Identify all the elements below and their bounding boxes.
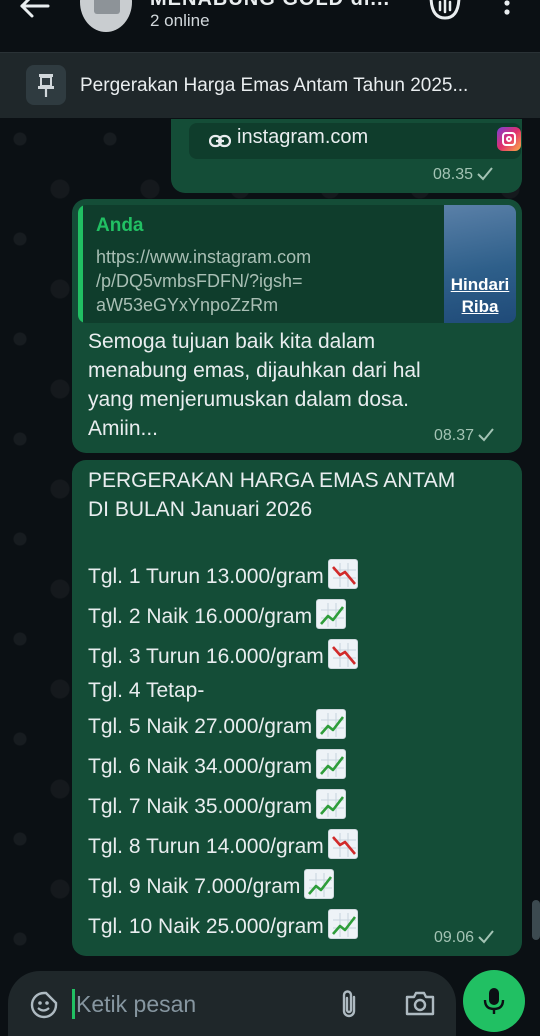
price-entry-text: Tgl. 4 Tetap- — [88, 679, 205, 702]
price-entry: Tgl. 8 Turun 14.000/gram — [88, 829, 358, 859]
price-entry: Tgl. 9 Naik 7.000/gram — [88, 869, 335, 899]
back-arrow-icon[interactable] — [18, 0, 54, 22]
price-entry-text: Tgl. 8 Turun 14.000/gram — [88, 835, 324, 858]
chat-header: MENABUNG GOLD di... 2 online — [0, 0, 540, 44]
chart-decreasing-icon — [327, 829, 358, 859]
price-entry-text: Tgl. 10 Naik 25.000/gram — [88, 915, 324, 938]
message-input[interactable] — [76, 988, 306, 1020]
check-icon — [478, 930, 494, 949]
check-icon — [478, 428, 494, 447]
link-icon — [208, 131, 232, 156]
message-bubble-price-list[interactable]: PERGERAKAN HARGA EMAS ANTAM DI BULAN Jan… — [72, 460, 522, 956]
quote-thumbnail: Hindari Riba — [444, 205, 516, 323]
price-entry: Tgl. 5 Naik 27.000/gram — [88, 709, 347, 739]
voice-call-icon[interactable] — [428, 0, 462, 27]
thumbnail-text: Hindari — [450, 275, 510, 294]
quote-line: /p/DQ5vmbsFDFN/?igsh= — [96, 271, 303, 291]
price-entry: Tgl. 6 Naik 34.000/gram — [88, 749, 347, 779]
message-title-line: DI BULAN Januari 2026 — [88, 498, 313, 521]
quote-author: Anda — [96, 215, 144, 236]
price-entry: Tgl. 4 Tetap- — [88, 679, 204, 703]
link-preview[interactable]: instagram.com — [189, 123, 521, 159]
message-text-line: yang menjerumuskan dalam dosa. — [88, 388, 410, 411]
message-bubble-reply[interactable]: Anda https://www.instagram.com /p/DQ5vmb… — [72, 199, 522, 453]
chart-decreasing-icon — [327, 639, 358, 669]
quoted-message[interactable]: Anda https://www.instagram.com /p/DQ5vmb… — [78, 205, 516, 323]
price-entry-text: Tgl. 6 Naik 34.000/gram — [88, 755, 313, 778]
group-avatar[interactable] — [80, 0, 132, 32]
text-cursor — [72, 989, 75, 1019]
message-time: 08.37 — [434, 427, 494, 447]
pin-icon — [26, 65, 66, 105]
check-icon — [477, 167, 493, 186]
message-bubble-link[interactable]: instagram.com 08.35 — [171, 119, 522, 193]
microphone-icon — [483, 988, 505, 1014]
price-entry: Tgl. 10 Naik 25.000/gram — [88, 909, 358, 939]
sticker-icon[interactable] — [30, 991, 58, 1024]
message-title-line: PERGERAKAN HARGA EMAS ANTAM — [88, 469, 456, 492]
message-text-line: menabung emas, dijauhkan dari hal — [88, 359, 421, 382]
quote-line: https://www.instagram.com — [96, 247, 312, 267]
message-time: 08.35 — [433, 166, 493, 186]
message-composer — [8, 971, 456, 1036]
paperclip-icon[interactable] — [338, 989, 360, 1026]
price-entry-text: Tgl. 3 Turun 16.000/gram — [88, 645, 324, 668]
price-entry: Tgl. 1 Turun 13.000/gram — [88, 559, 358, 589]
thumbnail-text: Riba — [461, 297, 499, 316]
instagram-icon — [497, 127, 521, 151]
camera-icon[interactable] — [404, 989, 436, 1022]
chart-increasing-icon — [327, 909, 358, 939]
price-entry-text: Tgl. 7 Naik 35.000/gram — [88, 795, 313, 818]
chart-increasing-icon — [316, 749, 347, 779]
price-entry-text: Tgl. 5 Naik 27.000/gram — [88, 715, 313, 738]
more-menu-icon[interactable] — [500, 0, 514, 27]
price-entry-text: Tgl. 2 Naik 16.000/gram — [88, 605, 313, 628]
chat-status: 2 online — [150, 11, 210, 30]
chart-increasing-icon — [316, 789, 347, 819]
quote-accent-bar — [78, 205, 83, 323]
scroll-handle[interactable] — [532, 900, 540, 940]
quote-line: aW53eGYxYnpoZzRm — [96, 295, 279, 315]
chat-title[interactable]: MENABUNG GOLD di... — [150, 0, 400, 11]
price-entry: Tgl. 3 Turun 16.000/gram — [88, 639, 358, 669]
price-entry-text: Tgl. 1 Turun 13.000/gram — [88, 565, 324, 588]
chart-decreasing-icon — [327, 559, 358, 589]
pinned-message-text: Pergerakan Harga Emas Antam Tahun 2025..… — [80, 75, 469, 96]
chat-messages[interactable]: instagram.com 08.35 Anda https://www.ins… — [0, 119, 540, 971]
chart-increasing-icon — [316, 709, 347, 739]
voice-record-button[interactable] — [463, 970, 525, 1032]
pinned-message-bar[interactable]: Pergerakan Harga Emas Antam Tahun 2025..… — [0, 52, 540, 118]
chart-increasing-icon — [304, 869, 335, 899]
link-domain[interactable]: instagram.com — [237, 126, 368, 149]
chart-increasing-icon — [316, 599, 347, 629]
price-entry: Tgl. 7 Naik 35.000/gram — [88, 789, 347, 819]
message-text-line: Semoga tujuan baik kita dalam — [88, 330, 376, 353]
message-text-line: Amiin... — [88, 417, 159, 440]
price-entry: Tgl. 2 Naik 16.000/gram — [88, 599, 347, 629]
price-entry-text: Tgl. 9 Naik 7.000/gram — [88, 875, 301, 898]
message-time: 09.06 — [434, 929, 494, 949]
